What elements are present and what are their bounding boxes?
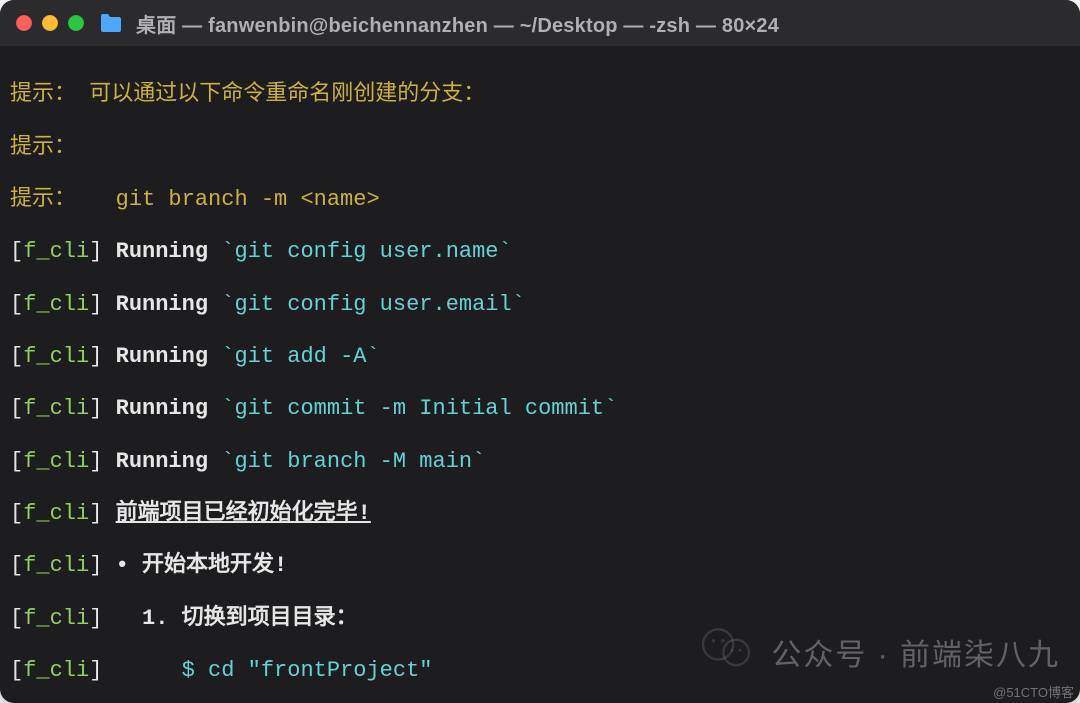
cli-tag: f_cli bbox=[23, 239, 89, 264]
folder-icon bbox=[100, 14, 122, 32]
hint-prefix: 提示： bbox=[10, 135, 76, 160]
maximize-icon[interactable] bbox=[68, 15, 84, 31]
traffic-lights bbox=[16, 15, 84, 31]
hint-text: 可以通过以下命令重命名刚创建的分支： bbox=[89, 82, 485, 107]
window-title: 桌面 — fanwenbin@beichennanzhen — ~/Deskto… bbox=[136, 9, 779, 38]
running-label: Running bbox=[116, 292, 208, 317]
cli-tag: f_cli bbox=[23, 501, 89, 526]
cmd: git config user.email bbox=[234, 292, 511, 317]
cli-tag: f_cli bbox=[23, 344, 89, 369]
cmd: git config user.name bbox=[234, 239, 498, 264]
bullet: • bbox=[116, 553, 129, 578]
cli-tag: f_cli bbox=[23, 553, 89, 578]
running-label: Running bbox=[116, 396, 208, 421]
running-label: Running bbox=[116, 344, 208, 369]
cli-tag: f_cli bbox=[23, 658, 89, 683]
cli-tag: f_cli bbox=[23, 396, 89, 421]
step-label: 1. 切换到项目目录： bbox=[142, 606, 358, 631]
close-icon[interactable] bbox=[16, 15, 32, 31]
hint-cmd: git branch -m <name> bbox=[116, 187, 380, 212]
step-cmd: $ cd "frontProject" bbox=[182, 658, 433, 683]
cli-tag: f_cli bbox=[23, 606, 89, 631]
minimize-icon[interactable] bbox=[42, 15, 58, 31]
cli-tag: f_cli bbox=[23, 449, 89, 474]
hint-prefix: 提示： bbox=[10, 187, 76, 212]
titlebar: 桌面 — fanwenbin@beichennanzhen — ~/Deskto… bbox=[0, 0, 1080, 46]
cli-tag: f_cli bbox=[23, 292, 89, 317]
cmd: git branch -M main bbox=[234, 449, 472, 474]
terminal-window: 桌面 — fanwenbin@beichennanzhen — ~/Deskto… bbox=[0, 0, 1080, 703]
terminal-output[interactable]: 提示： 可以通过以下命令重命名刚创建的分支： 提示： 提示： git branc… bbox=[0, 46, 1080, 703]
running-label: Running bbox=[116, 449, 208, 474]
running-label: Running bbox=[116, 239, 208, 264]
start-dev: 开始本地开发! bbox=[129, 553, 287, 578]
cmd: git add -A bbox=[234, 344, 366, 369]
cmd: git commit -m Initial commit bbox=[234, 396, 604, 421]
hint-prefix: 提示： bbox=[10, 82, 76, 107]
init-done: 前端项目已经初始化完毕! bbox=[116, 501, 371, 526]
